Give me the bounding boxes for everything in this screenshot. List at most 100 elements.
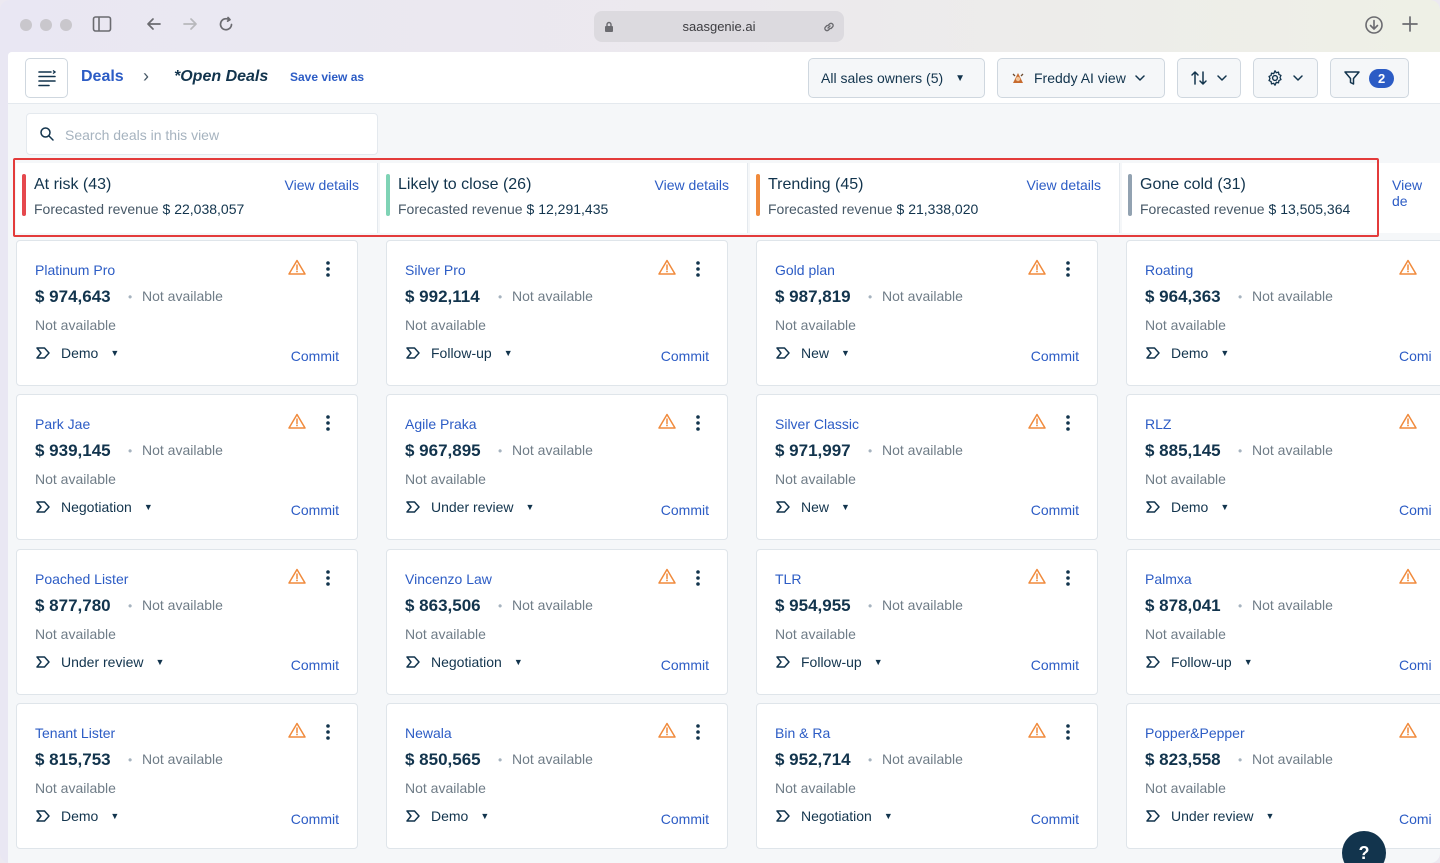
commit-link[interactable]: Comi — [1399, 502, 1432, 518]
warning-icon[interactable] — [1399, 568, 1417, 589]
warning-icon[interactable] — [658, 568, 676, 589]
view-menu-button[interactable] — [25, 58, 68, 98]
deal-stage-dropdown[interactable]: Follow-up ▼ — [775, 654, 883, 670]
commit-link[interactable]: Commit — [661, 657, 709, 673]
deal-card[interactable]: Vincenzo Law $ 863,506 • Not available Not a… — [386, 549, 728, 695]
deal-name-link[interactable]: Poached Lister — [35, 571, 128, 587]
commit-link[interactable]: Comi — [1399, 811, 1432, 827]
more-options-icon[interactable] — [323, 568, 333, 588]
deal-card[interactable]: Roating $ 964,363 • Not available Not availa… — [1126, 240, 1440, 386]
deal-name-link[interactable]: Park Jae — [35, 416, 90, 432]
deal-name-link[interactable]: Popper&Pepper — [1145, 725, 1245, 741]
view-details-link[interactable]: View de — [1392, 177, 1440, 209]
deal-card[interactable]: Silver Pro $ 992,114 • Not available Not ava… — [386, 240, 728, 386]
commit-link[interactable]: Commit — [291, 811, 339, 827]
deal-name-link[interactable]: Tenant Lister — [35, 725, 115, 741]
sidebar-toggle-icon[interactable] — [91, 15, 113, 37]
deal-card[interactable]: Tenant Lister $ 815,753 • Not available Not … — [16, 703, 358, 849]
warning-icon[interactable] — [288, 722, 306, 743]
deal-card[interactable]: Park Jae $ 939,145 • Not available Not avail… — [16, 394, 358, 540]
more-options-icon[interactable] — [1063, 722, 1073, 742]
warning-icon[interactable] — [1399, 259, 1417, 280]
settings-dropdown[interactable] — [1253, 58, 1318, 98]
zoom-window-button[interactable] — [60, 19, 72, 31]
more-options-icon[interactable] — [693, 568, 703, 588]
commit-link[interactable]: Commit — [661, 348, 709, 364]
deal-stage-dropdown[interactable]: Demo ▼ — [1145, 345, 1229, 361]
more-options-icon[interactable] — [693, 722, 703, 742]
deal-stage-dropdown[interactable]: Demo ▼ — [35, 345, 119, 361]
deal-card[interactable]: Poached Lister $ 877,780 • Not available Not… — [16, 549, 358, 695]
commit-link[interactable]: Commit — [291, 657, 339, 673]
deal-name-link[interactable]: Gold plan — [775, 262, 835, 278]
commit-link[interactable]: Comi — [1399, 348, 1432, 364]
reload-icon[interactable] — [215, 15, 237, 37]
view-details-link[interactable]: View details — [1027, 177, 1101, 193]
deal-name-link[interactable]: Agile Praka — [405, 416, 477, 432]
deal-name-link[interactable]: Vincenzo Law — [405, 571, 492, 587]
download-icon[interactable] — [1363, 15, 1385, 37]
more-options-icon[interactable] — [693, 413, 703, 433]
deal-card[interactable]: Newala $ 850,565 • Not available Not availab… — [386, 703, 728, 849]
share-link-icon[interactable] — [822, 11, 836, 42]
warning-icon[interactable] — [1399, 722, 1417, 743]
back-arrow-icon[interactable] — [143, 15, 165, 37]
deal-stage-dropdown[interactable]: Negotiation ▼ — [35, 499, 153, 515]
deal-name-link[interactable]: Palmxa — [1145, 571, 1192, 587]
deal-stage-dropdown[interactable]: Demo ▼ — [405, 808, 489, 824]
deal-name-link[interactable]: RLZ — [1145, 416, 1171, 432]
commit-link[interactable]: Commit — [1031, 811, 1079, 827]
deal-card[interactable]: Platinum Pro $ 974,643 • Not available Not a… — [16, 240, 358, 386]
view-details-link[interactable]: View details — [655, 177, 729, 193]
deal-name-link[interactable]: Newala — [405, 725, 452, 741]
deal-name-link[interactable]: Roating — [1145, 262, 1193, 278]
deal-name-link[interactable]: Silver Classic — [775, 416, 859, 432]
address-bar[interactable]: saasgenie.ai — [594, 11, 844, 42]
deal-card[interactable]: Palmxa $ 878,041 • Not available Not availab… — [1126, 549, 1440, 695]
save-view-as-link[interactable]: Save view as — [290, 70, 364, 84]
commit-link[interactable]: Commit — [1031, 502, 1079, 518]
deal-stage-dropdown[interactable]: Negotiation ▼ — [405, 654, 523, 670]
warning-icon[interactable] — [288, 413, 306, 434]
sort-dropdown[interactable] — [1177, 58, 1241, 98]
deal-stage-dropdown[interactable]: Under review ▼ — [405, 499, 534, 515]
commit-link[interactable]: Commit — [291, 348, 339, 364]
filter-button[interactable]: 2 — [1330, 58, 1409, 98]
deal-stage-dropdown[interactable]: Follow-up ▼ — [1145, 654, 1253, 670]
warning-icon[interactable] — [658, 413, 676, 434]
close-window-button[interactable] — [20, 19, 32, 31]
search-deals-input[interactable] — [65, 124, 365, 146]
sales-owners-dropdown[interactable]: All sales owners (5) ▼ — [808, 58, 985, 98]
deal-stage-dropdown[interactable]: Negotiation ▼ — [775, 808, 893, 824]
deal-card[interactable]: RLZ $ 885,145 • Not available Not available D… — [1126, 394, 1440, 540]
warning-icon[interactable] — [658, 259, 676, 280]
search-deals-box[interactable] — [26, 113, 378, 155]
warning-icon[interactable] — [1028, 568, 1046, 589]
commit-link[interactable]: Commit — [661, 502, 709, 518]
warning-icon[interactable] — [288, 568, 306, 589]
deal-name-link[interactable]: Silver Pro — [405, 262, 466, 278]
breadcrumb-deals[interactable]: Deals — [81, 68, 124, 86]
deal-card[interactable]: Gold plan $ 987,819 • Not available Not avai… — [756, 240, 1098, 386]
commit-link[interactable]: Commit — [1031, 348, 1079, 364]
commit-link[interactable]: Commit — [291, 502, 339, 518]
freddy-ai-view-dropdown[interactable]: Freddy AI view — [997, 58, 1165, 98]
deal-card[interactable]: Silver Classic $ 971,997 • Not available Not… — [756, 394, 1098, 540]
deal-stage-dropdown[interactable]: New ▼ — [775, 499, 850, 515]
commit-link[interactable]: Commit — [661, 811, 709, 827]
deal-card[interactable]: TLR $ 954,955 • Not available Not available F… — [756, 549, 1098, 695]
deal-card[interactable]: Agile Praka $ 967,895 • Not available Not av… — [386, 394, 728, 540]
deal-card[interactable]: Bin & Ra $ 952,714 • Not available Not avail… — [756, 703, 1098, 849]
deal-card[interactable]: Popper&Pepper $ 823,558 • Not available Not … — [1126, 703, 1440, 849]
warning-icon[interactable] — [1028, 722, 1046, 743]
view-details-link[interactable]: View details — [285, 177, 359, 193]
warning-icon[interactable] — [1028, 259, 1046, 280]
deal-stage-dropdown[interactable]: Under review ▼ — [1145, 808, 1274, 824]
warning-icon[interactable] — [658, 722, 676, 743]
deal-stage-dropdown[interactable]: Follow-up ▼ — [405, 345, 513, 361]
more-options-icon[interactable] — [323, 413, 333, 433]
more-options-icon[interactable] — [1063, 259, 1073, 279]
commit-link[interactable]: Commit — [1031, 657, 1079, 673]
commit-link[interactable]: Comi — [1399, 657, 1432, 673]
deal-stage-dropdown[interactable]: New ▼ — [775, 345, 850, 361]
